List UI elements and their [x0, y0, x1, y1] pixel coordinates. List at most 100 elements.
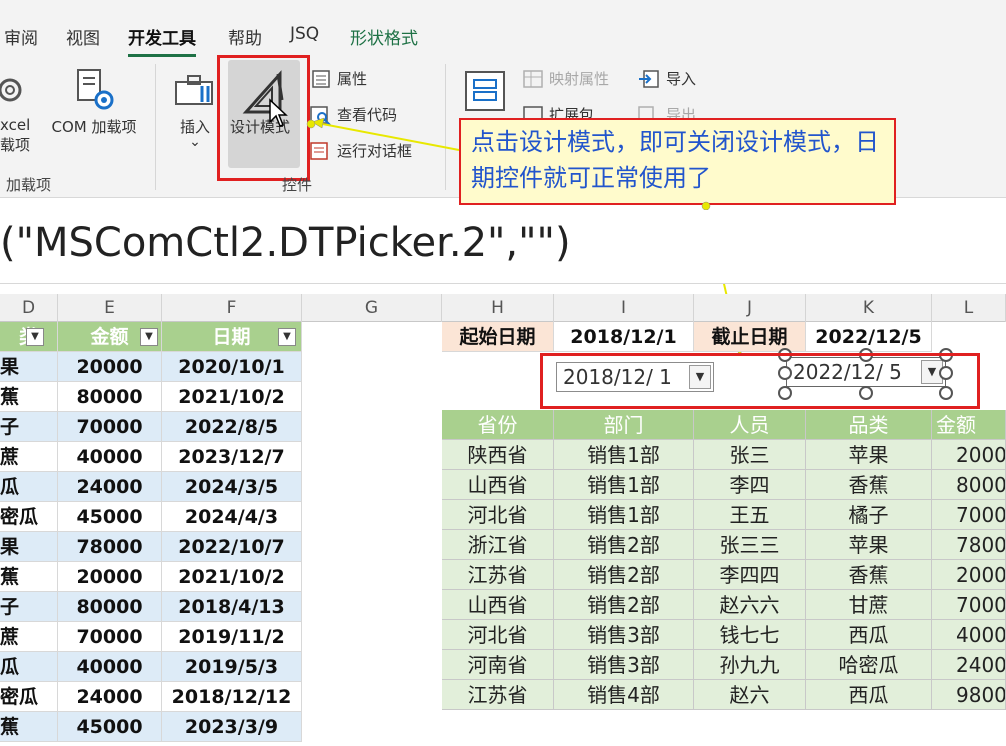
- filter-dropdown-icon[interactable]: ▼: [26, 328, 44, 346]
- table-cell[interactable]: 河北省: [442, 500, 554, 530]
- table-cell[interactable]: 2022/10/7: [162, 532, 302, 562]
- table-cell[interactable]: 8000: [932, 470, 1006, 500]
- column-header[interactable]: L: [932, 294, 1006, 322]
- table-cell[interactable]: 20000: [58, 352, 162, 382]
- table-cell[interactable]: 40000: [58, 442, 162, 472]
- table-cell[interactable]: 山西省: [442, 470, 554, 500]
- table-cell[interactable]: 子: [0, 592, 58, 622]
- table-cell[interactable]: 2023/3/9: [162, 712, 302, 742]
- table-cell[interactable]: 山西省: [442, 590, 554, 620]
- table-cell[interactable]: 苹果: [806, 440, 932, 470]
- table-cell[interactable]: 李四: [694, 470, 806, 500]
- table-cell[interactable]: 24000: [58, 682, 162, 712]
- table-cell[interactable]: 张三三: [694, 530, 806, 560]
- column-header[interactable]: K: [806, 294, 932, 322]
- table-cell[interactable]: 蔗: [0, 442, 58, 472]
- table-cell[interactable]: 香蕉: [806, 470, 932, 500]
- table-cell[interactable]: 蕉: [0, 562, 58, 592]
- table-cell[interactable]: 西瓜: [806, 620, 932, 650]
- end-date-value[interactable]: 2022/12/5: [806, 322, 932, 352]
- table-cell[interactable]: 王五: [694, 500, 806, 530]
- table-cell[interactable]: 45000: [58, 502, 162, 532]
- header-date[interactable]: 日期 ▼: [162, 322, 302, 352]
- table-cell[interactable]: 2023/12/7: [162, 442, 302, 472]
- table-cell[interactable]: 橘子: [806, 500, 932, 530]
- table-cell[interactable]: 40000: [58, 652, 162, 682]
- filter-dropdown-icon[interactable]: ▼: [140, 328, 158, 346]
- table-cell[interactable]: 销售4部: [554, 680, 694, 710]
- header-province[interactable]: 省份: [442, 410, 554, 440]
- column-header[interactable]: H: [442, 294, 554, 322]
- table-cell[interactable]: 7000: [932, 590, 1006, 620]
- table-cell[interactable]: 河南省: [442, 650, 554, 680]
- formula-bar[interactable]: ("MSComCtl2.DTPicker.2",""): [0, 210, 1006, 284]
- table-cell[interactable]: 45000: [58, 712, 162, 742]
- table-cell[interactable]: 70000: [58, 622, 162, 652]
- table-cell[interactable]: 2021/10/2: [162, 562, 302, 592]
- table-cell[interactable]: 销售2部: [554, 590, 694, 620]
- column-header[interactable]: E: [58, 294, 162, 322]
- table-cell[interactable]: 瓜: [0, 652, 58, 682]
- table-cell[interactable]: 9800: [932, 680, 1006, 710]
- table-cell[interactable]: 2024/4/3: [162, 502, 302, 532]
- column-header[interactable]: F: [162, 294, 302, 322]
- table-cell[interactable]: 2019/11/2: [162, 622, 302, 652]
- table-cell[interactable]: 80000: [58, 382, 162, 412]
- table-cell[interactable]: 赵六: [694, 680, 806, 710]
- table-cell[interactable]: 销售3部: [554, 650, 694, 680]
- table-cell[interactable]: 赵六六: [694, 590, 806, 620]
- table-cell[interactable]: 密瓜: [0, 502, 58, 532]
- header-category[interactable]: 品类: [806, 410, 932, 440]
- header-department[interactable]: 部门: [554, 410, 694, 440]
- table-cell[interactable]: 80000: [58, 592, 162, 622]
- table-cell[interactable]: 香蕉: [806, 560, 932, 590]
- table-cell[interactable]: 蕉: [0, 382, 58, 412]
- table-cell[interactable]: 甘蔗: [806, 590, 932, 620]
- table-cell[interactable]: 2018/4/13: [162, 592, 302, 622]
- table-cell[interactable]: 河北省: [442, 620, 554, 650]
- column-header[interactable]: I: [554, 294, 694, 322]
- table-cell[interactable]: 蕉: [0, 712, 58, 742]
- table-cell[interactable]: 陕西省: [442, 440, 554, 470]
- table-cell[interactable]: 销售1部: [554, 500, 694, 530]
- table-cell[interactable]: 果: [0, 352, 58, 382]
- table-cell[interactable]: 钱七七: [694, 620, 806, 650]
- filter-dropdown-icon[interactable]: ▼: [278, 328, 296, 346]
- table-cell[interactable]: 销售2部: [554, 560, 694, 590]
- table-cell[interactable]: 2021/10/2: [162, 382, 302, 412]
- table-cell[interactable]: 销售2部: [554, 530, 694, 560]
- column-header[interactable]: J: [694, 294, 806, 322]
- table-cell[interactable]: 2018/12/12: [162, 682, 302, 712]
- table-cell[interactable]: 78000: [58, 532, 162, 562]
- column-header[interactable]: G: [302, 294, 442, 322]
- table-cell[interactable]: 江苏省: [442, 560, 554, 590]
- table-cell[interactable]: 2020/10/1: [162, 352, 302, 382]
- table-cell[interactable]: 70000: [58, 412, 162, 442]
- table-cell[interactable]: 20000: [58, 562, 162, 592]
- column-header[interactable]: D: [0, 294, 58, 322]
- header-category[interactable]: 类▼: [0, 322, 58, 352]
- table-cell[interactable]: 子: [0, 412, 58, 442]
- table-cell[interactable]: 江苏省: [442, 680, 554, 710]
- start-date-value[interactable]: 2018/12/1: [554, 322, 694, 352]
- table-cell[interactable]: 苹果: [806, 530, 932, 560]
- table-cell[interactable]: 销售3部: [554, 620, 694, 650]
- table-cell[interactable]: 密瓜: [0, 682, 58, 712]
- table-cell[interactable]: 瓜: [0, 472, 58, 502]
- header-person[interactable]: 人员: [694, 410, 806, 440]
- table-cell[interactable]: 孙九九: [694, 650, 806, 680]
- table-cell[interactable]: 24000: [58, 472, 162, 502]
- table-cell[interactable]: 2024/3/5: [162, 472, 302, 502]
- table-cell[interactable]: 哈密瓜: [806, 650, 932, 680]
- header-amount[interactable]: 金额 ▼: [58, 322, 162, 352]
- table-cell[interactable]: 蔗: [0, 622, 58, 652]
- table-cell[interactable]: 2019/5/3: [162, 652, 302, 682]
- table-cell[interactable]: 李四四: [694, 560, 806, 590]
- table-cell[interactable]: 7000: [932, 500, 1006, 530]
- table-cell[interactable]: 2022/8/5: [162, 412, 302, 442]
- table-cell[interactable]: 销售1部: [554, 440, 694, 470]
- table-cell[interactable]: 2400: [932, 650, 1006, 680]
- table-cell[interactable]: 浙江省: [442, 530, 554, 560]
- table-cell[interactable]: 2000: [932, 560, 1006, 590]
- table-cell[interactable]: 4000: [932, 620, 1006, 650]
